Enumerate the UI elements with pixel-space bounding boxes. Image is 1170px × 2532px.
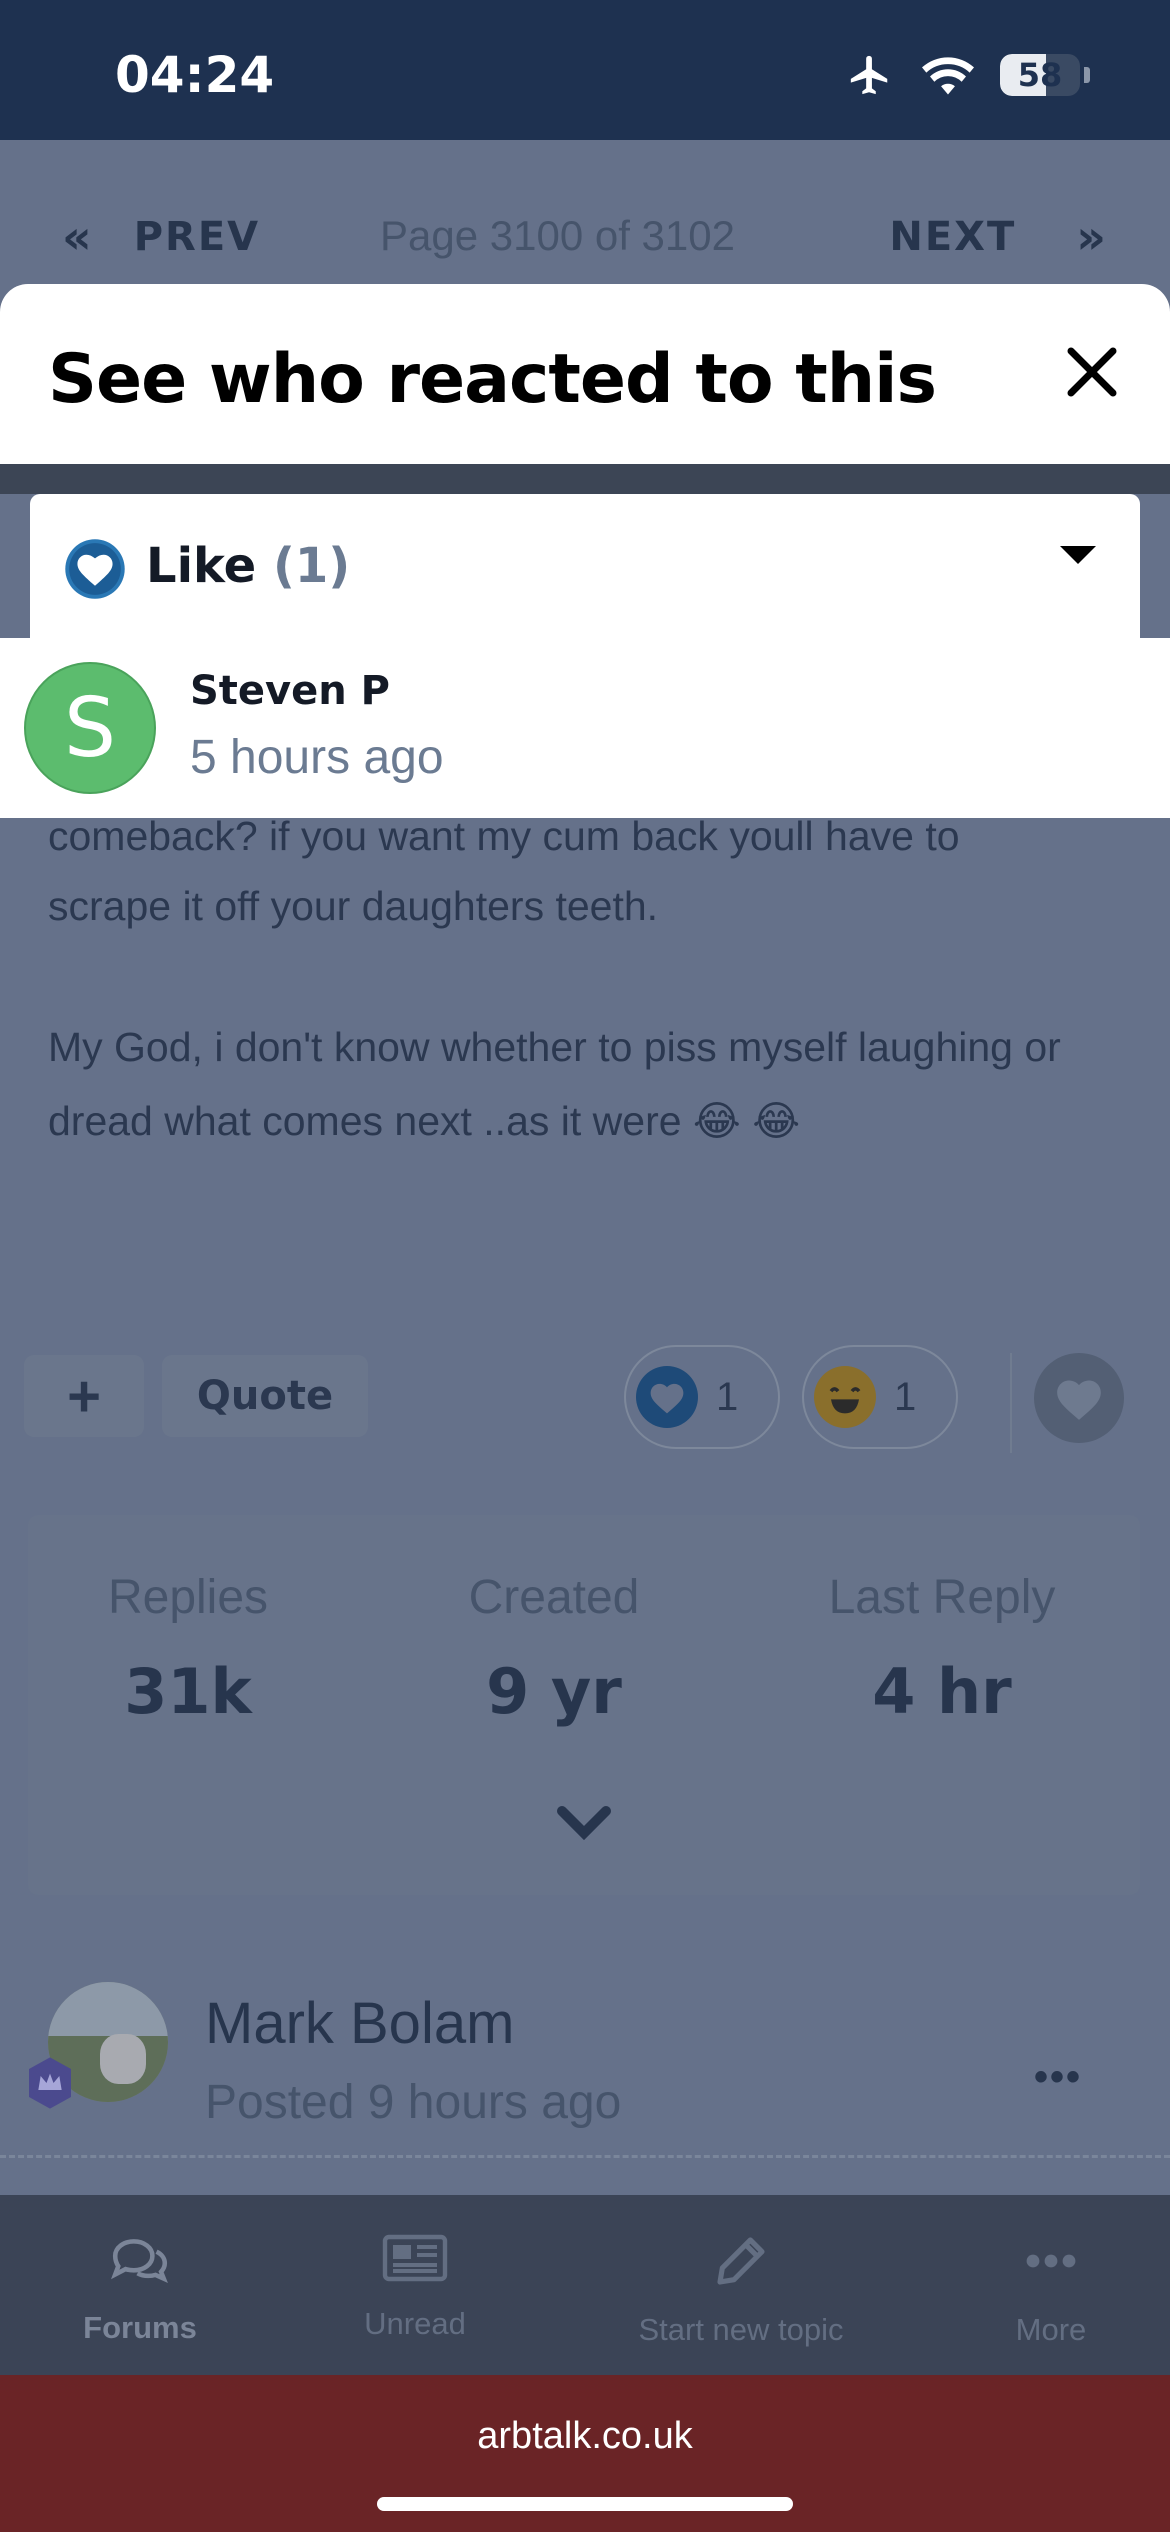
nav-forums[interactable]: Forums [78, 2233, 202, 2346]
divider [1010, 1353, 1012, 1453]
stat-created: Created 9 yr [394, 1570, 714, 1728]
heart-icon [65, 539, 125, 599]
close-icon[interactable] [1064, 344, 1120, 400]
page-info[interactable]: Page 3100 of 3102 [380, 212, 735, 260]
nav-label: Forums [83, 2310, 197, 2345]
wifi-icon [922, 57, 974, 95]
double-chevron-right-icon: » [1076, 210, 1108, 264]
like-reaction-pill[interactable]: 1 [624, 1345, 780, 1449]
modal-title: See who reacted to this [48, 340, 937, 419]
post-line: scrape it off your daughters teeth. [48, 883, 659, 929]
pagination: « PREV Page 3100 of 3102 NEXT » [0, 140, 1170, 285]
stat-value: 9 yr [486, 1655, 622, 1728]
home-indicator[interactable] [377, 2497, 793, 2511]
heart-icon [1057, 1380, 1101, 1420]
quote-button[interactable]: Quote [162, 1355, 368, 1437]
caret-down-icon [1060, 546, 1096, 564]
status-time: 04:24 [115, 46, 275, 104]
chevron-down-icon[interactable] [556, 1805, 612, 1841]
post-options-button[interactable]: ••• [1034, 2055, 1082, 2100]
react-heart-button[interactable] [1034, 1353, 1124, 1443]
double-chevron-left-icon: « [62, 210, 94, 264]
stat-replies: Replies 31k [28, 1570, 348, 1728]
reactor-list-item[interactable]: S Steven P 5 hours ago [0, 638, 1170, 818]
haha-reaction-pill[interactable]: 1 [802, 1345, 958, 1449]
newspaper-icon [382, 2234, 448, 2282]
nav-start-new-topic[interactable]: Start new topic [626, 2233, 856, 2348]
reaction-filter-select[interactable]: Like (1) [30, 494, 1140, 639]
status-bar: 04:24 58 [0, 0, 1170, 140]
stat-label: Created [468, 1571, 640, 1624]
filter-label: Like (1) [146, 538, 350, 594]
like-count: 1 [716, 1374, 739, 1419]
stat-label: Replies [107, 1571, 269, 1624]
nav-unread[interactable]: Unread [354, 2233, 476, 2342]
modal-backdrop-strip [0, 464, 1170, 494]
chat-bubbles-icon [110, 2239, 168, 2283]
battery-icon: 58 [1000, 54, 1080, 96]
stat-value: 31k [124, 1655, 252, 1728]
divider [0, 2155, 1170, 2158]
reaction-name: Like [146, 538, 257, 594]
author-name[interactable]: Mark Bolam [205, 1990, 514, 2057]
reaction-count: (1) [272, 538, 351, 594]
stat-value: 4 hr [872, 1655, 1012, 1728]
reactor-name[interactable]: Steven P [190, 668, 390, 714]
heart-icon [636, 1366, 698, 1428]
nav-label: More [1015, 2312, 1087, 2347]
prev-label: PREV [133, 214, 261, 260]
topic-stats: Replies 31k Created 9 yr Last Reply 4 hr [28, 1515, 1140, 1895]
multiquote-button[interactable]: + [24, 1355, 144, 1437]
url-text[interactable]: arbtalk.co.uk [0, 2415, 1170, 2458]
laughing-face-icon [814, 1366, 876, 1428]
nav-label: Start new topic [638, 2312, 844, 2347]
post-author: Mark Bolam Posted 9 hours ago ••• [0, 1960, 1170, 2150]
stat-last-reply: Last Reply 4 hr [782, 1570, 1102, 1728]
avatar[interactable]: S [24, 662, 156, 794]
ellipsis-icon [1026, 2254, 1076, 2268]
haha-count: 1 [894, 1374, 917, 1419]
reactor-time: 5 hours ago [190, 731, 444, 784]
next-page-button[interactable]: NEXT » [889, 210, 1108, 264]
post-paragraph: My God, i don't know whether to piss mys… [48, 1024, 1061, 1144]
stat-label: Last Reply [828, 1571, 1056, 1624]
crown-badge-icon [29, 2057, 71, 2109]
bottom-nav: Forums Unread Start new topic More [0, 2195, 1170, 2375]
battery-level: 58 [1017, 56, 1063, 94]
post-actions: + Quote 1 1 [24, 1345, 1154, 1465]
pencil-icon [717, 2237, 765, 2285]
nav-label: Unread [364, 2306, 466, 2341]
status-icons: 58 [844, 52, 1090, 98]
next-label: NEXT [889, 214, 1017, 260]
prev-page-button[interactable]: « PREV [62, 210, 260, 264]
nav-more[interactable]: More [1006, 2233, 1096, 2348]
reactions-modal-header: See who reacted to this [0, 284, 1170, 464]
browser-url-bar: arbtalk.co.uk [0, 2375, 1170, 2532]
post-timestamp: Posted 9 hours ago [205, 2076, 622, 2129]
airplane-icon [850, 55, 888, 95]
